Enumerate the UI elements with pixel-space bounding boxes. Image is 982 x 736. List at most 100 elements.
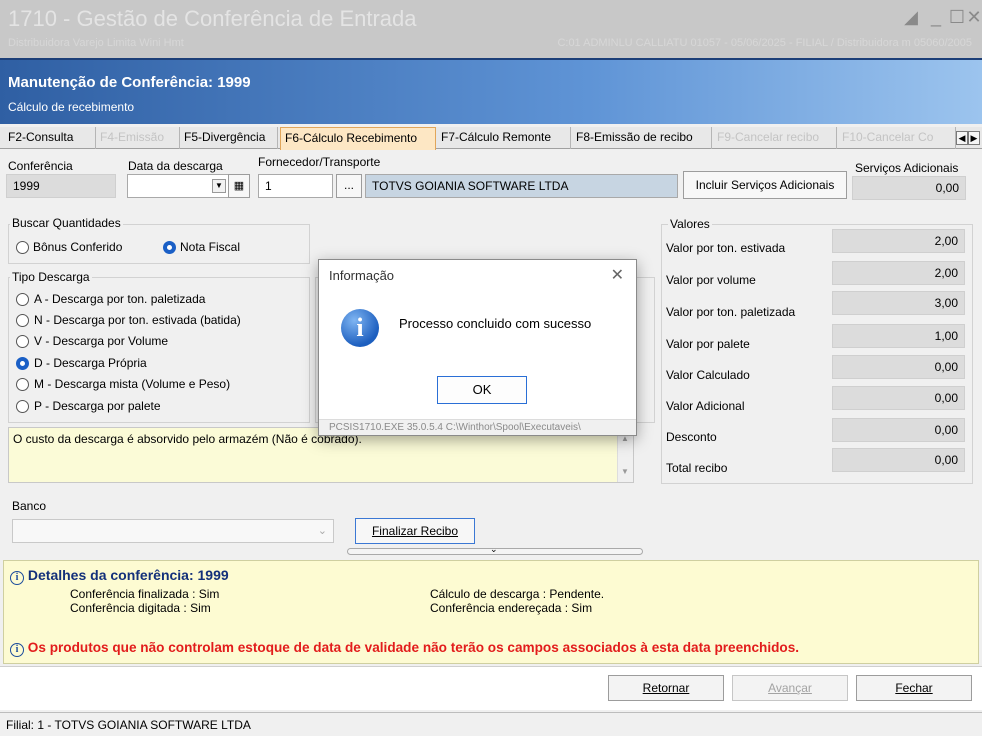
- dialog-info-icon: i: [341, 309, 379, 347]
- total-recibo-label: Total recibo: [666, 461, 728, 475]
- valor-palete-field: 1,00: [832, 324, 965, 348]
- minimize-icon[interactable]: _: [925, 6, 947, 28]
- radio-descarga-m-label: M - Descarga mista (Volume e Peso): [34, 377, 231, 391]
- radio-descarga-n-label: N - Descarga por ton. estivada (batida): [34, 313, 241, 327]
- tab-emissao-recibo[interactable]: F8-Emissão de recibo: [572, 127, 712, 149]
- radio-nota-fiscal[interactable]: [163, 241, 176, 254]
- banco-label: Banco: [12, 499, 47, 513]
- tab-consulta[interactable]: F2-Consulta: [4, 127, 96, 149]
- radio-descarga-m[interactable]: [16, 378, 29, 391]
- fornecedor-browse-button[interactable]: ...: [336, 174, 362, 198]
- detalhes-right-1: Cálculo de descarga : Pendente.: [430, 587, 605, 601]
- scroll-down-icon[interactable]: ▼: [621, 467, 629, 476]
- valor-calculado-label: Valor Calculado: [666, 368, 750, 382]
- servicos-adicionais-field: 0,00: [852, 176, 966, 200]
- dialog-title: Informação: [329, 268, 395, 283]
- detalhes-title: Detalhes da conferência: 1999: [27, 567, 229, 583]
- fechar-button[interactable]: Fechar: [856, 675, 972, 701]
- expand-handle[interactable]: ⌄: [347, 544, 643, 555]
- radio-descarga-n[interactable]: [16, 314, 29, 327]
- tab-calculo-recebimento[interactable]: F6-Cálculo Recebimento: [280, 127, 436, 150]
- valor-palete-label: Valor por palete: [666, 337, 750, 351]
- dialog-close-icon[interactable]: ✕: [611, 265, 624, 285]
- tab-bar: F2-Consulta F4-Emissão F5-Divergência F6…: [0, 127, 982, 150]
- info-dialog: Informação ✕ i Processo concluido com su…: [318, 259, 637, 436]
- radio-descarga-v[interactable]: [16, 335, 29, 348]
- detalhes-right-2: Conferência endereçada : Sim: [430, 601, 593, 615]
- expand-chevron-icon: ⌄: [490, 544, 498, 554]
- tab-cancelar-recibo[interactable]: F9-Cancelar recibo: [713, 127, 837, 149]
- tab-emissao[interactable]: F4-Emissão: [96, 127, 180, 149]
- radio-descarga-d-label: D - Descarga Própria: [34, 356, 147, 370]
- radio-descarga-a-label: A - Descarga por ton. paletizada: [34, 292, 206, 306]
- valor-adicional-field: 0,00: [832, 386, 965, 410]
- incluir-servicos-button[interactable]: Incluir Serviços Adicionais: [683, 171, 847, 199]
- page-subtitle: Cálculo de recebimento: [8, 100, 135, 114]
- desconto-field: 0,00: [832, 418, 965, 442]
- calendar-icon[interactable]: ▦: [228, 174, 250, 198]
- data-descarga-label: Data da descarga: [128, 159, 223, 173]
- close-icon[interactable]: ✕: [963, 6, 982, 28]
- valor-volume-field: 2,00: [832, 261, 965, 285]
- radio-bonus-conferido-label: Bônus Conferido: [33, 240, 123, 254]
- title-subtitle-left: Distribuidora Varejo Limita Wini Hmt: [8, 37, 184, 49]
- tipo-descarga-title: Tipo Descarga: [10, 270, 92, 284]
- finalizar-recibo-button[interactable]: Finalizar Recibo: [355, 518, 475, 544]
- valor-volume-label: Valor por volume: [666, 273, 756, 287]
- tab-scroll-right-icon[interactable]: ▶: [968, 131, 980, 145]
- valor-adicional-label: Valor Adicional: [666, 399, 745, 413]
- radio-descarga-v-label: V - Descarga por Volume: [34, 334, 169, 348]
- radio-nota-fiscal-label: Nota Fiscal: [180, 240, 241, 254]
- valor-calculado-field: 0,00: [832, 355, 965, 379]
- tab-calculo-remonte[interactable]: F7-Cálculo Remonte: [437, 127, 571, 149]
- descarga-message-text: O custo da descarga é absorvido pelo arm…: [13, 432, 362, 446]
- tab-divergencia[interactable]: F5-Divergência: [180, 127, 278, 149]
- avancar-button[interactable]: Avançar: [732, 675, 848, 701]
- valor-ton-estivada-label: Valor por ton. estivada: [666, 241, 786, 255]
- window-title-bar: 1710 - Gestão de Conferência de Entrada …: [0, 0, 982, 58]
- conferencia-field: 1999: [6, 174, 116, 198]
- radio-descarga-a[interactable]: [16, 293, 29, 306]
- valor-ton-estivada-field: 2,00: [832, 229, 965, 253]
- valor-ton-paletizada-field: 3,00: [832, 291, 965, 315]
- status-bar: Filial: 1 - TOTVS GOIANIA SOFTWARE LTDA: [0, 712, 982, 736]
- info-icon: i: [10, 571, 24, 585]
- detalhes-left-2: Conferência digitada : Sim: [70, 601, 211, 615]
- footer-bar: Retornar Avançar Fechar: [0, 666, 982, 710]
- fornecedor-code-field[interactable]: 1: [258, 174, 333, 198]
- page-title: Manutenção de Conferência: 1999: [8, 74, 251, 91]
- fornecedor-name-field: TOTVS GOIANIA SOFTWARE LTDA: [365, 174, 678, 198]
- restore-icon[interactable]: ◢: [900, 6, 922, 28]
- desconto-label: Desconto: [666, 430, 717, 444]
- tab-scroll-left-icon[interactable]: ◀: [956, 131, 968, 145]
- detalhes-panel: i Detalhes da conferência: 1999 Conferên…: [3, 560, 979, 664]
- dropdown-arrow-icon[interactable]: ▼: [212, 179, 226, 193]
- tab-cancelar-conferencia[interactable]: F10-Cancelar Co: [838, 127, 956, 149]
- chevron-down-icon: ⌄: [317, 525, 327, 537]
- dialog-ok-button[interactable]: OK: [437, 376, 527, 404]
- valores-title: Valores: [668, 217, 712, 231]
- radio-descarga-p[interactable]: [16, 400, 29, 413]
- warning-info-icon: i: [10, 643, 24, 657]
- validade-warning-text: Os produtos que não controlam estoque de…: [27, 640, 800, 655]
- servicos-adicionais-label: Serviços Adicionais: [855, 161, 959, 175]
- validade-warning: i Os produtos que não controlam estoque …: [10, 640, 799, 657]
- valor-ton-paletizada-label: Valor por ton. paletizada: [666, 305, 796, 319]
- fornecedor-label: Fornecedor/Transporte: [258, 155, 381, 169]
- detalhes-left-1: Conferência finalizada : Sim: [70, 587, 220, 601]
- data-descarga-field[interactable]: ▼: [127, 174, 231, 198]
- total-recibo-field: 0,00: [832, 448, 965, 472]
- app-title: 1710 - Gestão de Conferência de Entrada: [8, 6, 417, 31]
- buscar-quantidades-title: Buscar Quantidades: [10, 216, 123, 230]
- banco-select[interactable]: ⌄: [12, 519, 334, 543]
- radio-bonus-conferido[interactable]: [16, 241, 29, 254]
- conferencia-label: Conferência: [8, 159, 73, 173]
- dialog-message: Processo concluido com sucesso: [399, 316, 592, 331]
- status-text: Filial: 1 - TOTVS GOIANIA SOFTWARE LTDA: [6, 718, 251, 732]
- detalhes-header: i Detalhes da conferência: 1999: [10, 567, 229, 585]
- title-subtitle-right: C:01 ADMINLU CALLIATU 01057 - 05/06/2025…: [557, 37, 972, 49]
- radio-descarga-d[interactable]: [16, 357, 29, 370]
- page-header: Manutenção de Conferência: 1999 Cálculo …: [0, 58, 982, 124]
- retornar-button[interactable]: Retornar: [608, 675, 724, 701]
- message-scrollbar[interactable]: ▲ ▼: [617, 428, 633, 482]
